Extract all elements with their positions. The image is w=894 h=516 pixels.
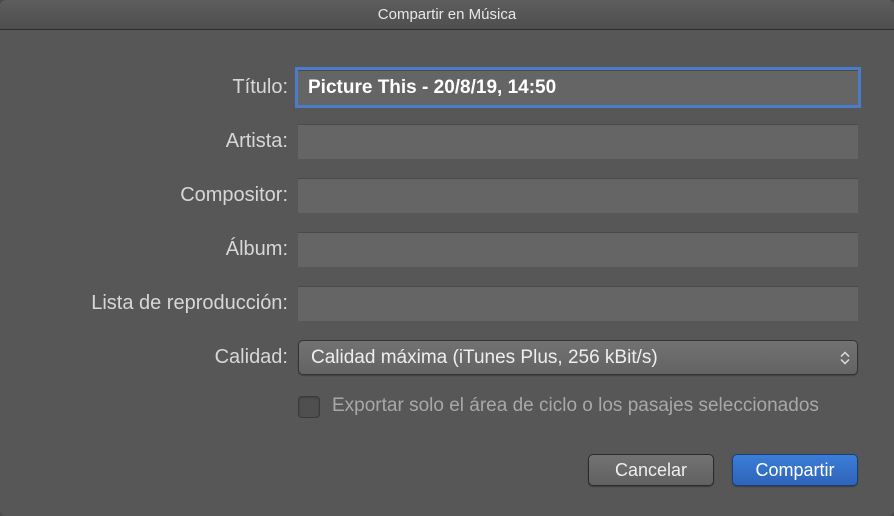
quality-select-value: Calidad máxima (iTunes Plus, 256 kBit/s) (298, 340, 858, 375)
row-composer: Compositor: (36, 178, 858, 213)
export-cycle-checkbox[interactable] (298, 396, 320, 418)
playlist-input[interactable] (298, 286, 858, 321)
window-title: Compartir en Música (378, 6, 516, 23)
button-row: Cancelar Compartir (0, 440, 894, 516)
artist-input[interactable] (298, 124, 858, 159)
playlist-label: Lista de reproducción: (36, 292, 298, 315)
row-album: Álbum: (36, 232, 858, 267)
album-input[interactable] (298, 232, 858, 267)
row-quality: Calidad: Calidad máxima (iTunes Plus, 25… (36, 340, 858, 375)
title-input[interactable] (298, 70, 858, 105)
row-title: Título: (36, 70, 858, 105)
album-label: Álbum: (36, 238, 298, 261)
row-playlist: Lista de reproducción: (36, 286, 858, 321)
composer-input[interactable] (298, 178, 858, 213)
artist-label: Artista: (36, 130, 298, 153)
quality-label: Calidad: (36, 346, 298, 369)
row-export-cycle: Exportar solo el área de ciclo o los pas… (36, 394, 858, 419)
form-area: Título: Artista: Compositor: Álbum: List… (0, 30, 894, 440)
quality-select[interactable]: Calidad máxima (iTunes Plus, 256 kBit/s) (298, 340, 858, 375)
share-dialog: Compartir en Música Título: Artista: Com… (0, 0, 894, 516)
row-artist: Artista: (36, 124, 858, 159)
cancel-button[interactable]: Cancelar (588, 454, 714, 486)
composer-label: Compositor: (36, 184, 298, 207)
export-cycle-label: Exportar solo el área de ciclo o los pas… (332, 394, 819, 419)
titlebar: Compartir en Música (0, 0, 894, 30)
share-button[interactable]: Compartir (732, 454, 858, 486)
title-label: Título: (36, 76, 298, 99)
